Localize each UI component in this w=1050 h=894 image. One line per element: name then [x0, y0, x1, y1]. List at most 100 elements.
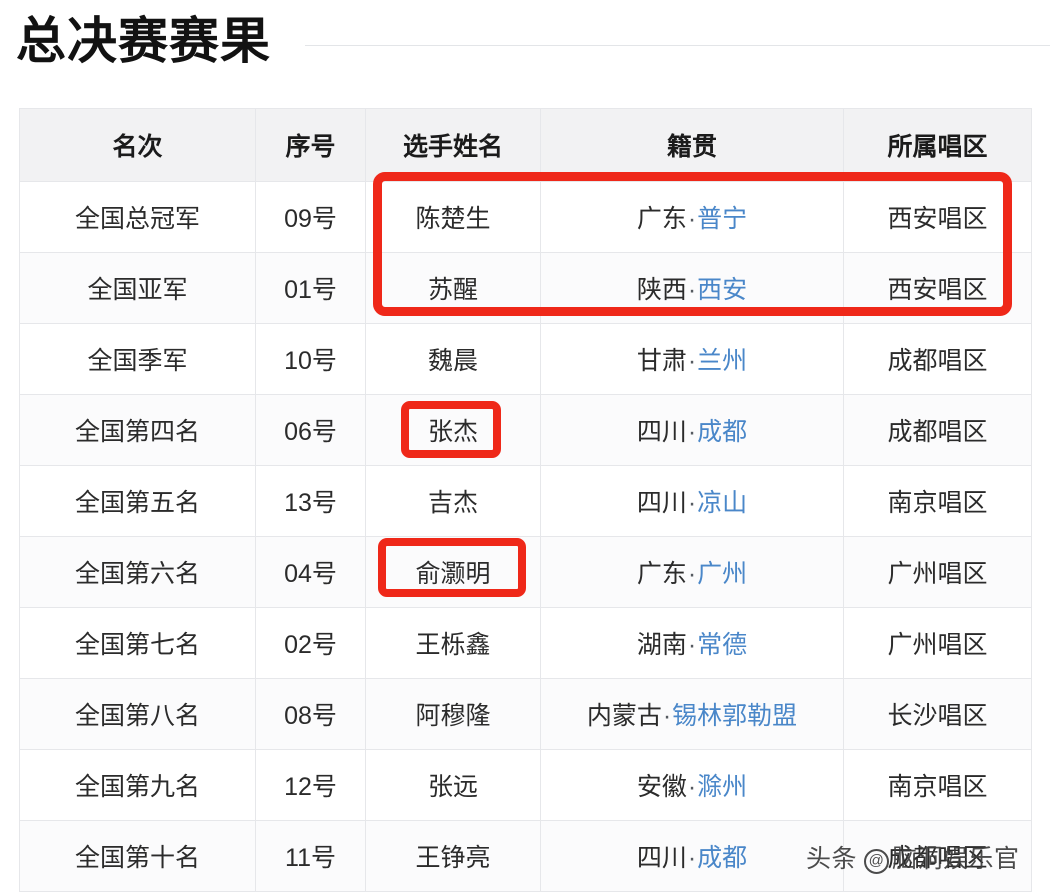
hometown-separator: · — [687, 418, 697, 446]
cell-number: 01号 — [255, 252, 366, 324]
hometown-city[interactable]: 成都 — [697, 844, 747, 872]
cell-hometown: 四川·凉山 — [540, 465, 844, 537]
cell-singing-region: 广州唱区 — [843, 536, 1032, 608]
hometown-separator: · — [687, 773, 697, 801]
hometown-province: 四川 — [636, 844, 687, 872]
table-row: 全国第十名 11号 王铮亮 四川·成都 成都唱区 — [19, 820, 1032, 892]
hometown-province: 内蒙古 — [586, 702, 662, 730]
cell-singing-region: 广州唱区 — [843, 607, 1032, 679]
hometown-city[interactable]: 凉山 — [697, 489, 747, 517]
hometown-separator: · — [687, 347, 697, 375]
cell-contestant-name[interactable]: 苏醒 — [365, 252, 541, 324]
hometown-city[interactable]: 常德 — [697, 631, 747, 659]
cell-hometown: 湖南·常德 — [540, 607, 844, 679]
cell-rank: 全国第十名 — [19, 820, 256, 892]
cell-hometown: 四川·成都 — [540, 820, 844, 892]
cell-contestant-name[interactable]: 阿穆隆 — [365, 678, 541, 750]
cell-number: 02号 — [255, 607, 366, 679]
cell-contestant-name[interactable]: 吉杰 — [365, 465, 541, 537]
cell-number: 04号 — [255, 536, 366, 608]
hometown-separator: · — [687, 489, 697, 517]
hometown-city[interactable]: 成都 — [697, 418, 747, 446]
cell-number: 12号 — [255, 749, 366, 821]
cell-rank: 全国季军 — [19, 323, 256, 395]
hometown-province: 安徽 — [636, 773, 687, 801]
hometown-city[interactable]: 锡林郭勒盟 — [672, 702, 797, 730]
cell-hometown: 陕西·西安 — [540, 252, 844, 324]
hometown-city[interactable]: 西安 — [697, 276, 747, 304]
cell-rank: 全国亚军 — [19, 252, 256, 324]
table-header-row: 名次 序号 选手姓名 籍贯 所属唱区 — [19, 108, 1032, 182]
hometown-city[interactable]: 滁州 — [697, 773, 747, 801]
hometown-separator: · — [687, 844, 697, 872]
column-header-hometown: 籍贯 — [540, 108, 844, 182]
column-header-singing-region: 所属唱区 — [843, 108, 1032, 182]
hometown-separator: · — [687, 205, 697, 233]
table-row: 全国季军 10号 魏晨 甘肃·兰州 成都唱区 — [19, 323, 1032, 395]
column-header-number: 序号 — [255, 108, 366, 182]
cell-singing-region: 南京唱区 — [843, 465, 1032, 537]
cell-singing-region: 西安唱区 — [843, 181, 1032, 253]
cell-rank: 全国第六名 — [19, 536, 256, 608]
hometown-province: 广东 — [636, 560, 687, 588]
title-section: 总决赛赛果 — [0, 0, 1050, 100]
table-row: 全国第四名 06号 张杰 四川·成都 成都唱区 — [19, 394, 1032, 466]
cell-singing-region: 西安唱区 — [843, 252, 1032, 324]
hometown-province: 四川 — [636, 489, 687, 517]
cell-contestant-name[interactable]: 魏晨 — [365, 323, 541, 395]
cell-number: 13号 — [255, 465, 366, 537]
cell-singing-region: 成都唱区 — [843, 394, 1032, 466]
hometown-city[interactable]: 兰州 — [697, 347, 747, 375]
cell-contestant-name[interactable]: 张杰 — [365, 394, 541, 466]
cell-number: 06号 — [255, 394, 366, 466]
hometown-separator: · — [687, 276, 697, 304]
cell-rank: 全国第四名 — [19, 394, 256, 466]
hometown-province: 湖南 — [636, 631, 687, 659]
cell-number: 08号 — [255, 678, 366, 750]
column-header-rank: 名次 — [19, 108, 256, 182]
cell-singing-region: 长沙唱区 — [843, 678, 1032, 750]
results-table-container: 名次 序号 选手姓名 籍贯 所属唱区 全国总冠军 09号 陈楚生 广东·普宁 西… — [19, 108, 1032, 892]
hometown-separator: · — [662, 702, 672, 730]
title-divider-rule — [305, 45, 1050, 46]
cell-contestant-name[interactable]: 俞灏明 — [365, 536, 541, 608]
cell-singing-region: 成都唱区 — [843, 323, 1032, 395]
cell-hometown: 内蒙古·锡林郭勒盟 — [540, 678, 844, 750]
cell-rank: 全国第七名 — [19, 607, 256, 679]
cell-hometown: 广东·普宁 — [540, 181, 844, 253]
hometown-province: 甘肃 — [636, 347, 687, 375]
hometown-province: 陕西 — [636, 276, 687, 304]
cell-contestant-name[interactable]: 张远 — [365, 749, 541, 821]
final-results-table: 名次 序号 选手姓名 籍贯 所属唱区 全国总冠军 09号 陈楚生 广东·普宁 西… — [19, 108, 1032, 892]
cell-singing-region: 成都唱区 — [843, 820, 1032, 892]
hometown-separator: · — [687, 631, 697, 659]
table-header: 名次 序号 选手姓名 籍贯 所属唱区 — [19, 108, 1032, 182]
cell-number: 09号 — [255, 181, 366, 253]
hometown-city[interactable]: 广州 — [697, 560, 747, 588]
cell-hometown: 四川·成都 — [540, 394, 844, 466]
cell-contestant-name[interactable]: 王铮亮 — [365, 820, 541, 892]
cell-rank: 全国第五名 — [19, 465, 256, 537]
hometown-city[interactable]: 普宁 — [697, 205, 747, 233]
column-header-contestant-name: 选手姓名 — [365, 108, 541, 182]
cell-number: 10号 — [255, 323, 366, 395]
table-row: 全国第六名 04号 俞灏明 广东·广州 广州唱区 — [19, 536, 1032, 608]
table-body: 全国总冠军 09号 陈楚生 广东·普宁 西安唱区 全国亚军 01号 苏醒 陕西·… — [19, 181, 1032, 892]
cell-contestant-name[interactable]: 陈楚生 — [365, 181, 541, 253]
cell-contestant-name[interactable]: 王栎鑫 — [365, 607, 541, 679]
cell-hometown: 广东·广州 — [540, 536, 844, 608]
cell-number: 11号 — [255, 820, 366, 892]
table-row: 全国总冠军 09号 陈楚生 广东·普宁 西安唱区 — [19, 181, 1032, 253]
table-row: 全国第九名 12号 张远 安徽·滁州 南京唱区 — [19, 749, 1032, 821]
cell-rank: 全国第九名 — [19, 749, 256, 821]
table-row: 全国第五名 13号 吉杰 四川·凉山 南京唱区 — [19, 465, 1032, 537]
cell-singing-region: 南京唱区 — [843, 749, 1032, 821]
cell-hometown: 安徽·滁州 — [540, 749, 844, 821]
hometown-province: 广东 — [636, 205, 687, 233]
table-row: 全国亚军 01号 苏醒 陕西·西安 西安唱区 — [19, 252, 1032, 324]
cell-rank: 全国第八名 — [19, 678, 256, 750]
screenshot-page: 总决赛赛果 名次 序号 选手姓名 籍贯 所属唱区 全国总冠军 09号 陈楚生 广… — [0, 0, 1050, 894]
cell-rank: 全国总冠军 — [19, 181, 256, 253]
table-row: 全国第七名 02号 王栎鑫 湖南·常德 广州唱区 — [19, 607, 1032, 679]
cell-hometown: 甘肃·兰州 — [540, 323, 844, 395]
